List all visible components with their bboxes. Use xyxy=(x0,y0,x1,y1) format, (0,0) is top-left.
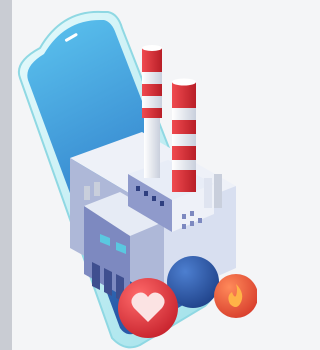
vent-pipe xyxy=(84,186,90,200)
chimney-right xyxy=(172,78,196,192)
vent-pipe xyxy=(94,182,100,196)
door xyxy=(92,262,100,290)
window xyxy=(198,218,202,223)
window xyxy=(152,196,156,201)
window xyxy=(144,191,148,196)
window xyxy=(160,201,164,206)
window xyxy=(190,221,194,226)
window xyxy=(136,186,140,191)
background-edge xyxy=(0,0,12,350)
chimney-left xyxy=(142,45,162,178)
side-pipe xyxy=(214,174,222,208)
window xyxy=(182,224,186,229)
window xyxy=(182,214,186,219)
fire-bubble xyxy=(214,274,257,318)
side-pipe xyxy=(204,178,212,208)
illustration xyxy=(0,0,257,350)
window xyxy=(190,211,194,216)
door xyxy=(104,268,112,296)
phone-factory-illustration xyxy=(0,0,257,350)
